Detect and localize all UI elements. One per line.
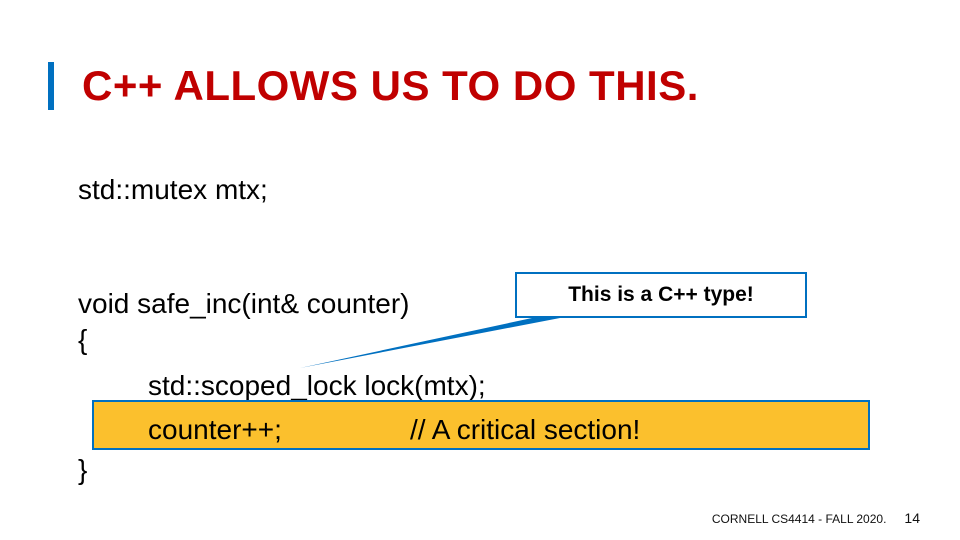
footer-page-number: 14 (904, 510, 920, 526)
title-accent-bar (48, 62, 54, 110)
code-line-scoped-lock: std::scoped_lock lock(mtx); (148, 370, 486, 402)
code-line-func-decl: void safe_inc(int& counter) (78, 288, 410, 320)
callout-text: This is a C++ type! (568, 283, 754, 307)
slide-title: C++ ALLOWS US TO DO THIS. (82, 62, 699, 110)
code-line-comment: // A critical section! (410, 414, 640, 446)
code-brace-close: } (78, 454, 87, 486)
code-line-counter-inc: counter++; (148, 414, 282, 446)
callout-box: This is a C++ type! (515, 272, 807, 318)
code-brace-open: { (78, 324, 87, 356)
callout-pointer (300, 318, 560, 368)
code-line-mutex: std::mutex mtx; (78, 172, 268, 207)
footer-course: CORNELL CS4414 - FALL 2020. (712, 512, 887, 526)
